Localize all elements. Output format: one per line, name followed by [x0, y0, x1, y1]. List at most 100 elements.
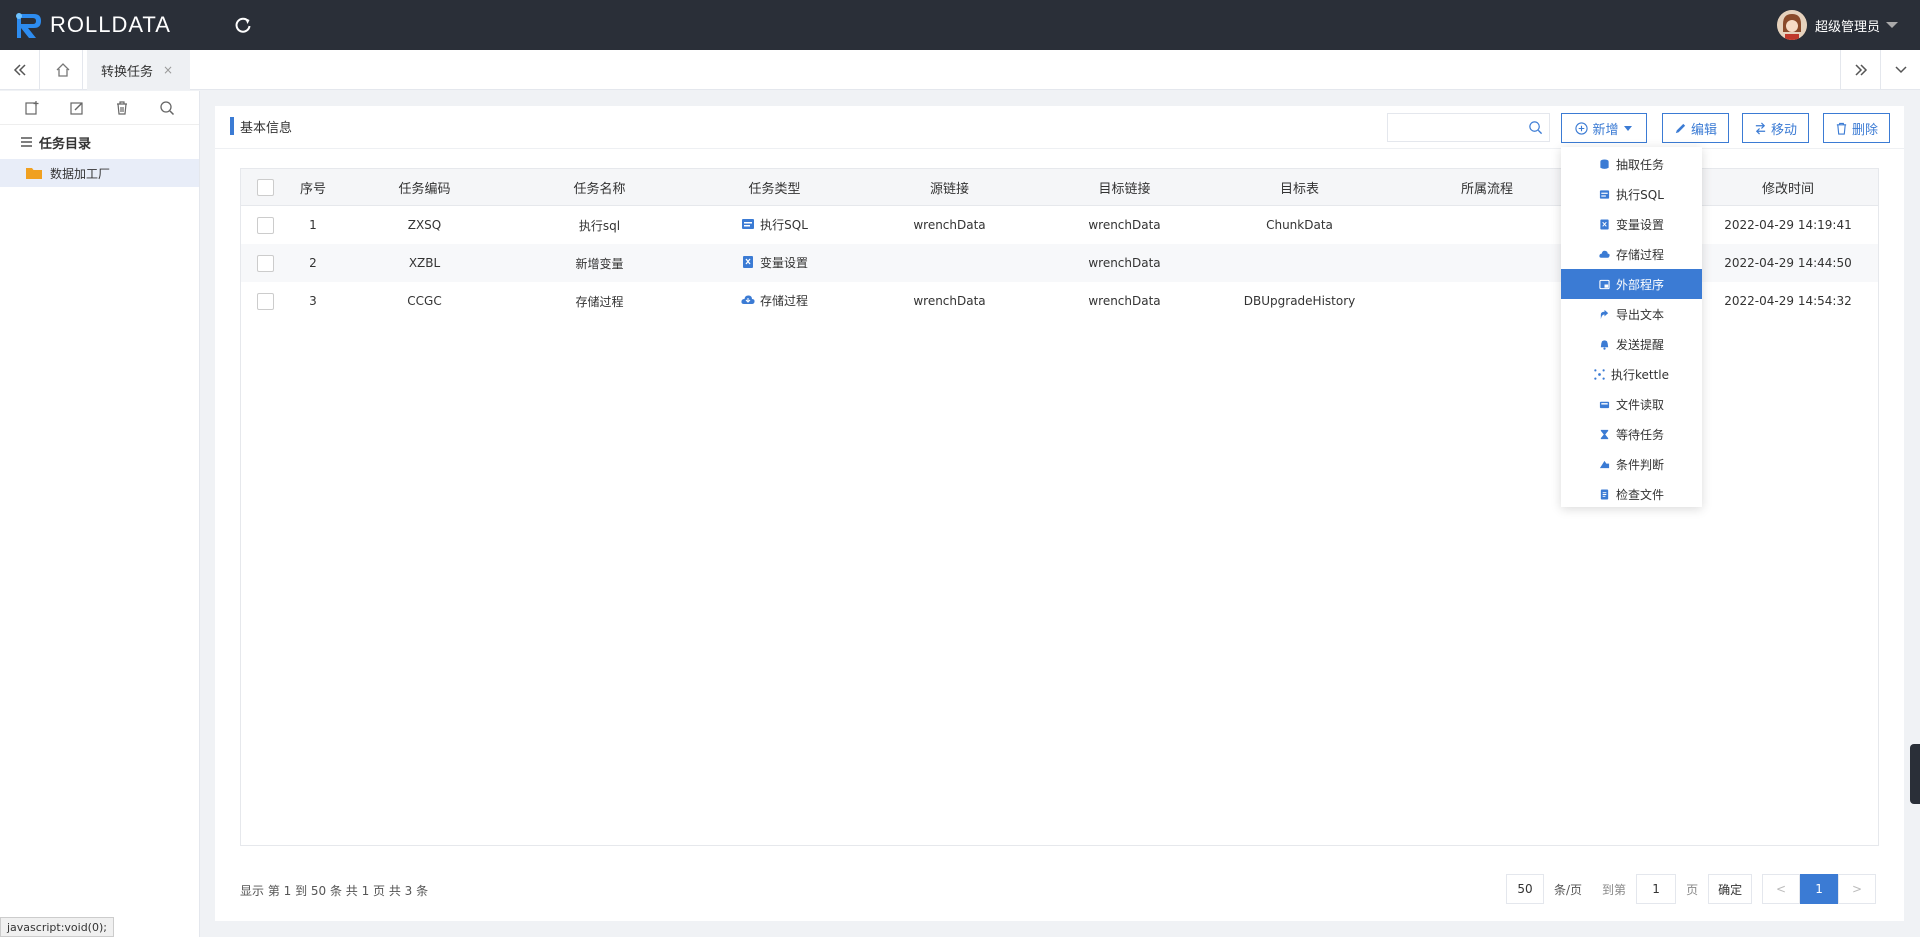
add-file-icon	[25, 100, 39, 115]
cell-target-table: DBUpgradeHistory	[1243, 294, 1356, 308]
sidebar-toolbar	[0, 91, 199, 125]
prev-page-button[interactable]: <	[1762, 874, 1801, 904]
menu-item-stored-procedure[interactable]: 存储过程	[1561, 239, 1702, 269]
search-folder-button[interactable]	[157, 98, 177, 118]
export-icon	[1600, 309, 1609, 319]
delete-folder-button[interactable]	[112, 98, 132, 118]
variable-icon	[742, 256, 753, 269]
move-button[interactable]: 移动	[1742, 113, 1809, 143]
home-icon	[56, 63, 69, 77]
menu-item-external-program[interactable]: 外部程序	[1561, 269, 1702, 299]
cell-modified: 2022-04-29 14:19:41	[1724, 218, 1852, 232]
kettle-icon	[1594, 368, 1605, 380]
rolldata-logo-icon	[16, 13, 41, 38]
cloud-icon	[741, 295, 755, 305]
pencil-icon	[1675, 123, 1686, 133]
menu-item-check-file[interactable]: 检查文件	[1561, 479, 1702, 509]
cell-code: XZBL	[408, 256, 441, 270]
cell-code: CCGC	[407, 294, 442, 308]
goto-label: 到第	[1602, 882, 1627, 897]
row-checkbox[interactable]	[256, 254, 274, 272]
file-read-icon	[1599, 401, 1610, 408]
add-folder-button[interactable]	[22, 98, 42, 118]
tab-bar: 转换任务 ×	[0, 50, 1920, 90]
cell-target-table: ChunkData	[1266, 218, 1333, 232]
cell-name: 新增变量	[575, 256, 624, 271]
cell-no: 1	[309, 218, 317, 232]
swap-icon	[1755, 122, 1766, 134]
tree-item-data-factory[interactable]: 数据加工厂	[0, 159, 199, 187]
variable-icon	[1600, 218, 1609, 230]
add-button-label: 新增	[1592, 122, 1619, 138]
edit-button-label: 编辑	[1690, 122, 1717, 138]
add-button[interactable]: 新增	[1561, 113, 1647, 143]
refresh-icon[interactable]	[232, 14, 254, 36]
select-all-checkbox[interactable]	[256, 178, 274, 196]
cell-source: wrenchData	[913, 294, 986, 308]
menu-item-extract-task[interactable]: 抽取任务	[1561, 149, 1702, 179]
hourglass-icon	[1600, 429, 1609, 439]
page-unit-label: 页	[1686, 882, 1699, 897]
menu-item-send-alert[interactable]: 发送提醒	[1561, 329, 1702, 359]
header-target: 目标链接	[1098, 181, 1151, 197]
goto-page-input[interactable]: 1	[1636, 874, 1677, 904]
menu-item-exec-sql[interactable]: 执行SQL	[1561, 179, 1702, 209]
brand-logo[interactable]: ROLLDATA	[14, 10, 171, 40]
cell-code: ZXSQ	[407, 218, 442, 232]
goto-confirm-button[interactable]: 确定	[1708, 874, 1753, 904]
header-source: 源链接	[929, 181, 969, 197]
header-flow: 所属流程	[1460, 181, 1513, 197]
menu-item-export-text[interactable]: 导出文本	[1561, 299, 1702, 329]
header-modified: 修改时间	[1761, 181, 1814, 197]
sql-icon	[742, 219, 755, 230]
search-icon	[159, 100, 174, 115]
menu-icon	[21, 137, 32, 147]
menu-item-condition[interactable]: 条件判断	[1561, 449, 1702, 479]
delete-button-label: 删除	[1851, 122, 1878, 138]
row-checkbox[interactable]	[256, 292, 274, 310]
menu-item-exec-kettle[interactable]: 执行kettle	[1561, 359, 1702, 389]
cell-type: 变量设置	[759, 255, 808, 270]
next-page-button[interactable]: >	[1838, 874, 1877, 904]
per-page-label: 条/页	[1554, 882, 1583, 897]
tab-transform-task[interactable]: 转换任务 ×	[87, 50, 190, 90]
cell-name: 存储过程	[575, 294, 624, 309]
search-icon[interactable]	[1528, 120, 1543, 135]
chevron-down-icon	[1886, 22, 1898, 28]
task-directory-title: 任务目录	[0, 125, 199, 159]
sql-icon	[1600, 189, 1610, 199]
menu-item-file-read[interactable]: 文件读取	[1561, 389, 1702, 419]
header-code: 任务编码	[398, 181, 451, 197]
header-no: 序号	[299, 181, 326, 197]
search-input[interactable]	[1388, 114, 1518, 141]
row-checkbox[interactable]	[256, 216, 274, 234]
user-menu[interactable]: 超级管理员	[1776, 10, 1898, 40]
page-1-button[interactable]: 1	[1800, 874, 1839, 904]
collapse-left-button[interactable]	[0, 50, 40, 90]
edit-folder-button[interactable]	[67, 98, 87, 118]
menu-item-variable[interactable]: 变量设置	[1561, 209, 1702, 239]
side-drawer-handle[interactable]	[1910, 744, 1920, 804]
avatar	[1776, 10, 1807, 40]
page-size-select[interactable]: 50	[1506, 874, 1544, 904]
top-bar: ROLLDATA 超级管理员	[0, 0, 1920, 50]
home-button[interactable]	[43, 50, 83, 90]
tab-label: 转换任务	[101, 64, 154, 80]
chevron-down-icon	[1894, 66, 1907, 74]
menu-item-wait-task[interactable]: 等待任务	[1561, 419, 1702, 449]
cell-target: wrenchData	[1088, 256, 1161, 270]
close-icon[interactable]: ×	[163, 63, 173, 77]
search-box	[1387, 113, 1550, 142]
trash-icon	[116, 100, 127, 115]
cell-no: 2	[309, 256, 317, 270]
caret-down-icon	[1623, 126, 1632, 131]
database-icon	[1600, 158, 1609, 169]
cell-source: wrenchData	[913, 218, 986, 232]
edit-icon	[70, 101, 83, 115]
edit-button[interactable]: 编辑	[1662, 113, 1729, 143]
tab-menu-button[interactable]	[1880, 50, 1920, 90]
cell-type: 存储过程	[759, 293, 808, 308]
delete-button[interactable]: 删除	[1823, 113, 1890, 143]
double-chevron-right-icon	[1854, 64, 1867, 76]
scroll-right-button[interactable]	[1840, 50, 1880, 90]
